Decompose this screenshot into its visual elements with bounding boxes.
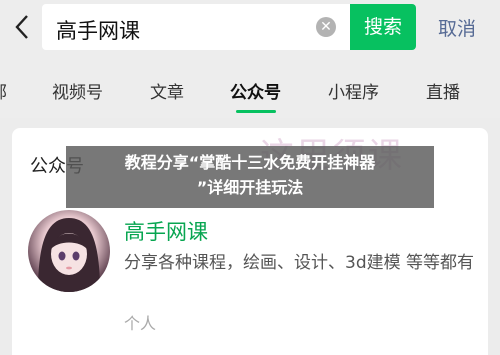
avatar[interactable] <box>28 210 110 292</box>
overlay-line-2: ”详细开挂玩法 <box>196 178 304 197</box>
account-name[interactable]: 高手网课 <box>124 216 208 246</box>
back-icon[interactable] <box>12 13 32 41</box>
tab-mini-programs[interactable]: 小程序 <box>328 78 379 103</box>
cancel-button[interactable]: 取消 <box>438 14 476 41</box>
overlay-banner: 教程分享“掌酷十三水免费开挂神器 ”详细开挂玩法 <box>66 146 434 208</box>
search-button[interactable]: 搜索 <box>350 4 416 50</box>
tab-live[interactable]: 直播 <box>426 78 460 103</box>
tab-articles[interactable]: 文章 <box>150 78 184 103</box>
category-tabs: 部 视频号 文章 公众号 小程序 直播 <box>0 58 500 118</box>
tab-channels[interactable]: 视频号 <box>52 78 103 103</box>
active-tab-indicator <box>236 110 276 113</box>
tab-official-accounts[interactable]: 公众号 <box>230 78 281 103</box>
avatar-illustration <box>38 218 100 292</box>
account-type: 个人 <box>124 314 157 333</box>
top-bar: 高手网课 ✕ 搜索 取消 <box>0 0 500 58</box>
tab-all[interactable]: 部 <box>0 78 7 103</box>
search-input[interactable]: 高手网课 ✕ <box>42 4 350 50</box>
overlay-line-1: 教程分享“掌酷十三水免费开挂神器 <box>124 153 376 172</box>
overlay-text: 教程分享“掌酷十三水免费开挂神器 ”详细开挂玩法 <box>66 150 434 200</box>
search-query[interactable]: 高手网课 <box>56 15 140 45</box>
clear-icon[interactable]: ✕ <box>316 17 336 37</box>
account-description: 分享各种课程，绘画、设计、3d建模 等等都有 <box>124 253 475 273</box>
